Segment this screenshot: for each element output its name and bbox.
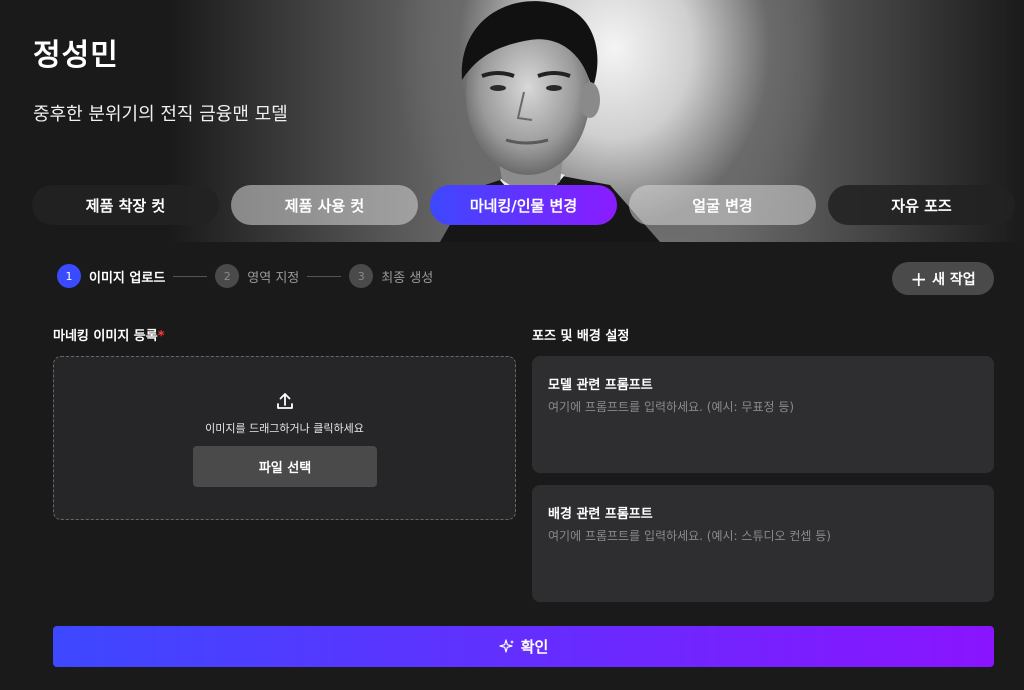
- required-mark: *: [157, 329, 165, 344]
- tab-free-pose[interactable]: 자유 포즈: [828, 185, 1015, 225]
- step-number: 1: [57, 264, 81, 288]
- plus-icon: +: [910, 266, 928, 291]
- category-tabs: 제품 착장 컷 제품 사용 컷 마네킹/인물 변경 얼굴 변경 자유 포즈: [32, 185, 1015, 225]
- tab-product-wearing[interactable]: 제품 착장 컷: [32, 185, 219, 225]
- step-connector: [307, 275, 342, 277]
- new-task-button[interactable]: + 새 작업: [892, 262, 994, 295]
- step-area-select: 2 영역 지정: [215, 264, 299, 288]
- model-prompt-title: 모델 관련 프롬프트: [548, 378, 653, 393]
- step-label: 이미지 업로드: [89, 270, 166, 286]
- step-connector: [173, 275, 208, 277]
- model-prompt-box: 모델 관련 프롬프트: [532, 356, 994, 473]
- background-prompt-input[interactable]: [548, 527, 978, 587]
- step-final-generate: 3 최종 생성: [349, 264, 433, 288]
- background-prompt-title: 배경 관련 프롬프트: [548, 507, 653, 522]
- step-label: 영역 지정: [247, 270, 300, 286]
- background-prompt-box: 배경 관련 프롬프트: [532, 485, 994, 602]
- upload-icon: [277, 393, 293, 409]
- step-label: 최종 생성: [381, 270, 434, 286]
- settings-section-label: 포즈 및 배경 설정: [532, 329, 630, 344]
- upload-section-label: 마네킹 이미지 등록*: [53, 325, 165, 344]
- upload-section-text: 마네킹 이미지 등록: [53, 329, 158, 344]
- dropzone-hint: 이미지를 드래그하거나 클릭하세요: [205, 422, 364, 435]
- model-prompt-input[interactable]: [548, 398, 978, 458]
- model-name-title: 정성민: [33, 38, 119, 73]
- confirm-label: 확인: [520, 638, 549, 656]
- model-description: 중후한 분위기의 전직 금융맨 모델: [33, 104, 288, 125]
- progress-stepper: 1 이미지 업로드 2 영역 지정 3 최종 생성: [57, 264, 433, 288]
- step-number: 3: [349, 264, 374, 288]
- image-dropzone[interactable]: 이미지를 드래그하거나 클릭하세요 파일 선택: [53, 356, 516, 520]
- tab-mannequin-change[interactable]: 마네킹/인물 변경: [430, 185, 617, 225]
- confirm-button[interactable]: 확인: [53, 626, 994, 667]
- tab-face-change[interactable]: 얼굴 변경: [629, 185, 816, 225]
- step-number: 2: [215, 264, 240, 288]
- new-task-label: 새 작업: [932, 271, 976, 288]
- step-upload: 1 이미지 업로드: [57, 264, 165, 288]
- file-select-button[interactable]: 파일 선택: [193, 446, 377, 487]
- sparkle-icon: [499, 638, 514, 653]
- tab-product-using[interactable]: 제품 사용 컷: [231, 185, 418, 225]
